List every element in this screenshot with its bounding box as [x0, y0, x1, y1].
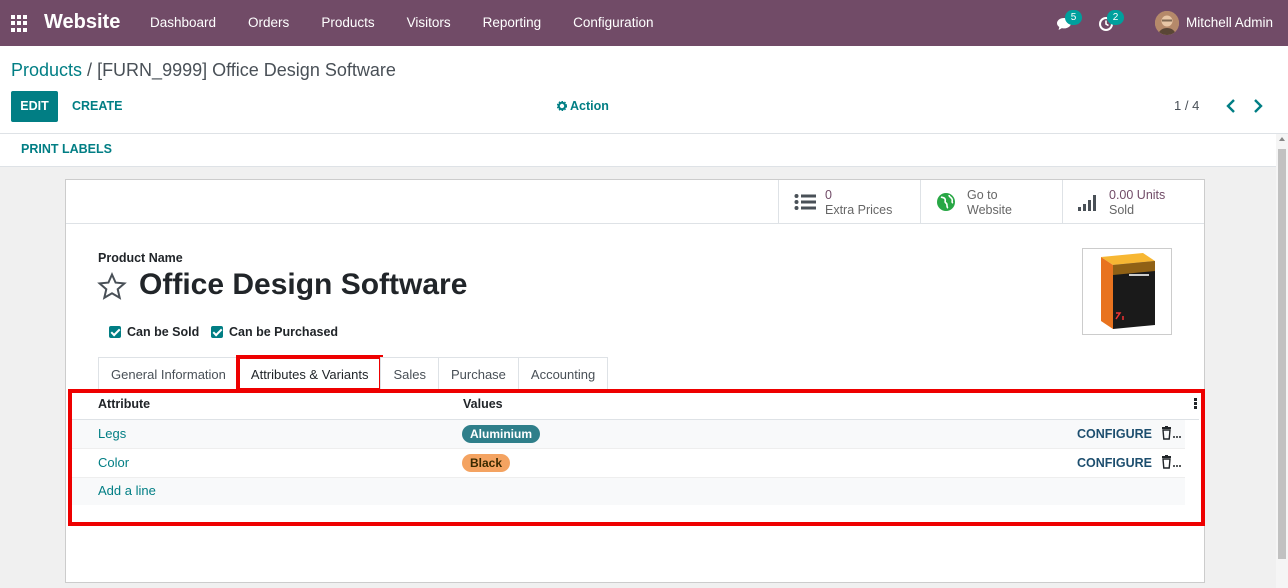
- apps-menu-icon[interactable]: [11, 15, 28, 32]
- user-menu[interactable]: Mitchell Admin: [1186, 15, 1273, 30]
- units-sold-value: 0.00 Units: [1109, 188, 1166, 202]
- tab-general-information[interactable]: General Information: [98, 357, 238, 390]
- tab-sales[interactable]: Sales: [380, 357, 438, 390]
- star-icon[interactable]: [97, 272, 127, 302]
- units-sold-label: Sold: [1109, 203, 1135, 217]
- divider: [66, 223, 1204, 224]
- action-dropdown[interactable]: Action: [556, 91, 609, 122]
- product-name-field[interactable]: Office Design Software: [139, 268, 467, 302]
- trash-icon[interactable]: [1161, 455, 1181, 469]
- menu-visitors[interactable]: Visitors: [391, 0, 467, 46]
- extra-prices-button[interactable]: 0 Extra Prices: [778, 180, 920, 224]
- can-be-sold-checkbox[interactable]: [109, 326, 121, 338]
- website-label: Website: [967, 203, 1012, 217]
- chevron-left-icon[interactable]: [1224, 98, 1238, 114]
- configure-button[interactable]: CONFIGURE: [1077, 427, 1152, 441]
- scroll-thumb[interactable]: [1278, 149, 1286, 559]
- go-to-website-button[interactable]: Go to Website: [920, 180, 1062, 224]
- main-menu: Dashboard Orders Products Visitors Repor…: [134, 0, 669, 46]
- tab-purchase[interactable]: Purchase: [437, 357, 518, 390]
- add-line-link[interactable]: Add a line: [98, 483, 156, 498]
- breadcrumb-products-link[interactable]: Products: [11, 60, 82, 80]
- table-header: Attribute Values: [69, 389, 1199, 420]
- menu-dashboard[interactable]: Dashboard: [134, 0, 232, 46]
- menu-products[interactable]: Products: [305, 0, 390, 46]
- notebook-tabs: General Information Attributes & Variant…: [98, 355, 609, 392]
- list-icon: [794, 194, 816, 210]
- smart-button-box: 0 Extra Prices Go to Website 0.00 Units Sol…: [778, 180, 1204, 224]
- tab-attributes-variants[interactable]: Attributes & Variants: [235, 355, 383, 392]
- globe-icon: [937, 193, 955, 211]
- scrollbar[interactable]: [1276, 134, 1288, 588]
- can-be-purchased-field[interactable]: Can be Purchased: [211, 325, 338, 339]
- software-box-image: [1101, 253, 1155, 329]
- form-header: PRINT LABELS: [0, 134, 1288, 167]
- can-be-sold-label: Can be Sold: [127, 325, 200, 339]
- column-header-values[interactable]: Values: [463, 397, 503, 411]
- avatar[interactable]: [1155, 11, 1179, 35]
- add-line-row: [69, 478, 1185, 505]
- table-row[interactable]: Legs Aluminium CONFIGURE: [69, 420, 1185, 449]
- product-name-label: Product Name: [98, 251, 183, 265]
- table-row[interactable]: Color Black CONFIGURE: [69, 449, 1185, 478]
- app-brand[interactable]: Website: [44, 11, 120, 34]
- menu-orders[interactable]: Orders: [232, 0, 305, 46]
- create-button[interactable]: CREATE: [72, 91, 122, 122]
- trash-icon[interactable]: [1161, 426, 1181, 440]
- can-be-purchased-checkbox[interactable]: [211, 326, 223, 338]
- product-image[interactable]: [1082, 248, 1172, 335]
- bar-chart-icon: [1078, 195, 1096, 211]
- print-labels-button[interactable]: PRINT LABELS: [21, 142, 112, 156]
- attribute-cell[interactable]: Color: [98, 455, 129, 470]
- activities-badge: 2: [1107, 10, 1124, 25]
- chevron-right-icon[interactable]: [1251, 98, 1265, 114]
- website-value: Go to: [967, 188, 998, 202]
- control-panel: Products / [FURN_9999] Office Design Sof…: [0, 46, 1288, 134]
- extra-prices-label: Extra Prices: [825, 203, 893, 217]
- value-tag[interactable]: Black: [462, 454, 511, 472]
- breadcrumb-current: [FURN_9999] Office Design Software: [97, 60, 396, 80]
- breadcrumb-separator: /: [82, 60, 98, 80]
- action-label: Action: [570, 99, 609, 113]
- attribute-lines-table: Attribute Values Legs Aluminium CONFIGUR…: [69, 389, 1204, 525]
- configure-button[interactable]: CONFIGURE: [1077, 456, 1152, 470]
- tab-accounting[interactable]: Accounting: [517, 357, 609, 390]
- column-options-icon[interactable]: [1194, 398, 1197, 410]
- menu-reporting[interactable]: Reporting: [467, 0, 558, 46]
- units-sold-button[interactable]: 0.00 Units Sold: [1062, 180, 1204, 224]
- messages-button[interactable]: 5: [1056, 10, 1082, 33]
- extra-prices-value: 0: [825, 188, 832, 202]
- attribute-cell[interactable]: Legs: [98, 426, 126, 441]
- gear-icon: [556, 100, 568, 112]
- column-header-attribute[interactable]: Attribute: [98, 397, 150, 411]
- top-navbar: Website Dashboard Orders Products Visito…: [0, 0, 1288, 46]
- value-tag[interactable]: Aluminium: [462, 425, 540, 443]
- messages-badge: 5: [1065, 10, 1082, 25]
- pager-value[interactable]: 1 / 4: [1174, 98, 1199, 113]
- form-sheet: 0 Extra Prices Go to Website 0.00 Units Sol…: [65, 179, 1205, 583]
- can-be-sold-field[interactable]: Can be Sold: [109, 325, 199, 339]
- can-be-purchased-label: Can be Purchased: [229, 325, 339, 339]
- scroll-up-arrow-icon[interactable]: [1279, 137, 1285, 141]
- edit-button[interactable]: EDIT: [11, 91, 58, 122]
- breadcrumb: Products / [FURN_9999] Office Design Sof…: [11, 60, 396, 81]
- menu-configuration[interactable]: Configuration: [557, 0, 669, 46]
- activities-button[interactable]: 2: [1098, 10, 1124, 33]
